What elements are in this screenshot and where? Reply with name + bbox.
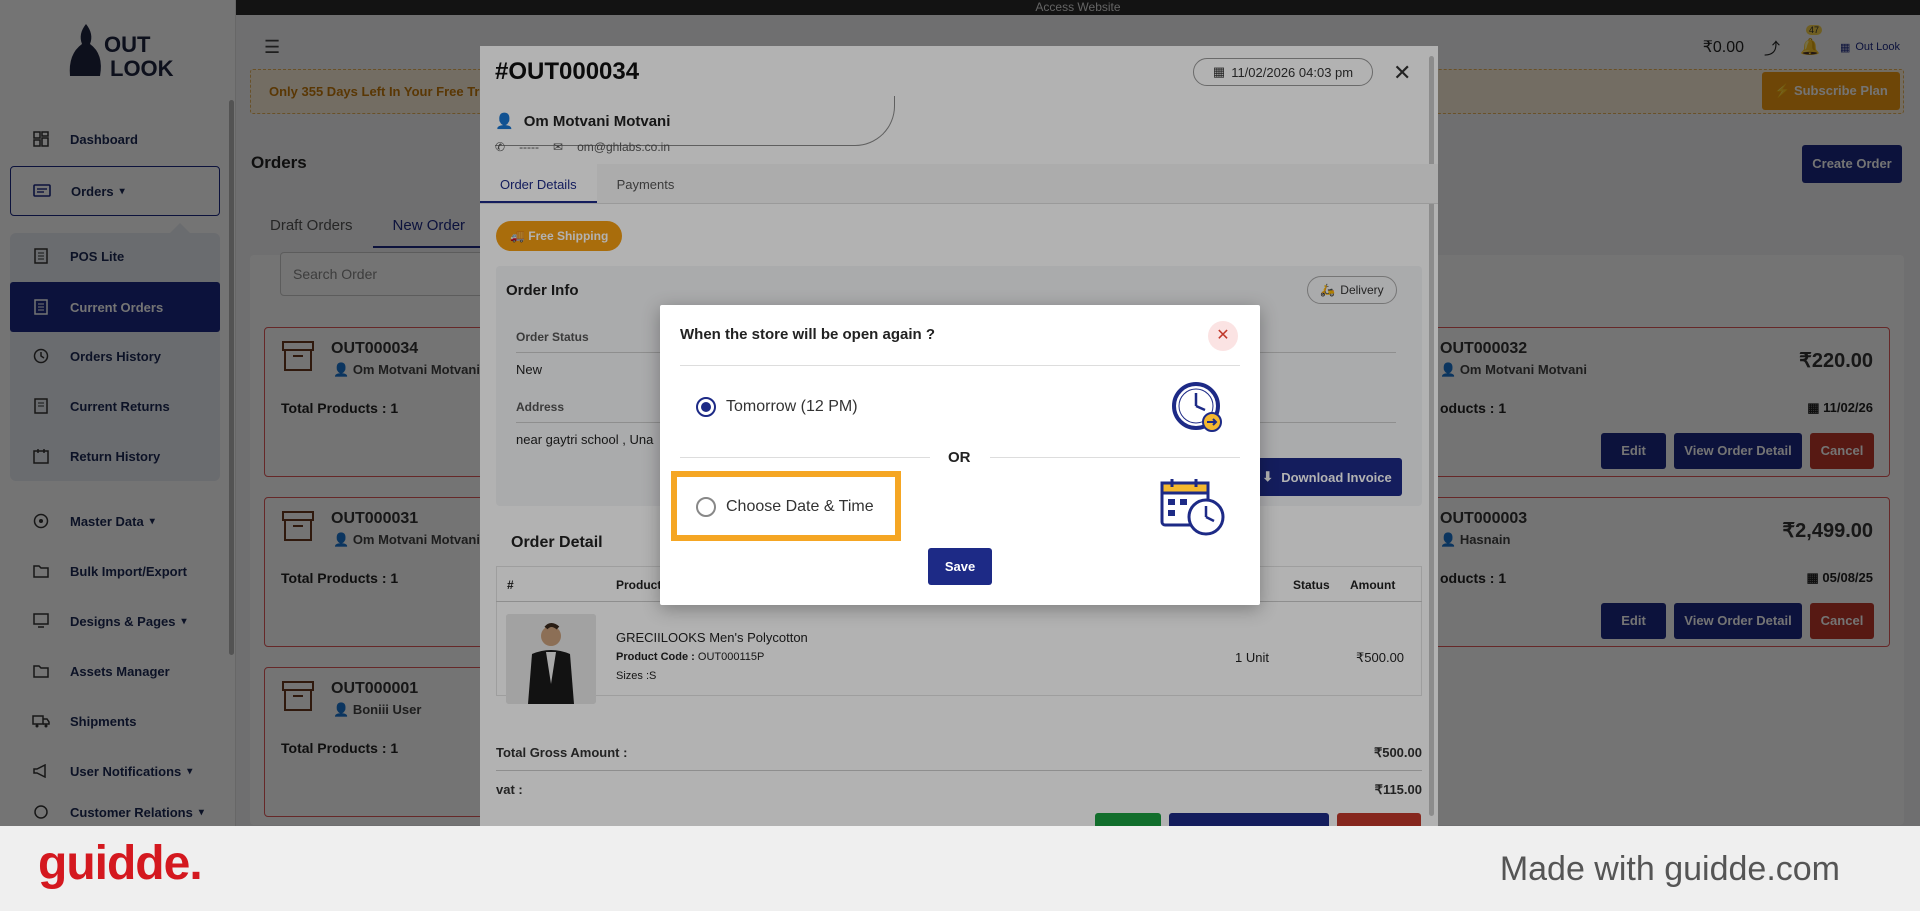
dialog-title: When the store will be open again ? bbox=[680, 326, 936, 343]
divider bbox=[990, 457, 1240, 458]
made-with-text: Made with guidde.com bbox=[1499, 850, 1840, 888]
clock-icon bbox=[1170, 380, 1226, 436]
guidde-logo[interactable]: guidde. bbox=[38, 836, 203, 891]
option-tomorrow-label: Tomorrow (12 PM) bbox=[726, 398, 858, 415]
radio-tomorrow[interactable] bbox=[696, 397, 716, 417]
or-separator: OR bbox=[948, 449, 971, 466]
divider bbox=[680, 457, 930, 458]
calendar-clock-icon bbox=[1160, 477, 1226, 537]
store-open-dialog: When the store will be open again ? ✕ To… bbox=[660, 305, 1260, 605]
option-tomorrow[interactable]: Tomorrow (12 PM) bbox=[696, 397, 858, 417]
save-button[interactable]: Save bbox=[928, 548, 992, 585]
close-icon[interactable]: ✕ bbox=[1208, 321, 1238, 351]
highlight-frame bbox=[671, 471, 901, 541]
divider bbox=[680, 365, 1240, 366]
